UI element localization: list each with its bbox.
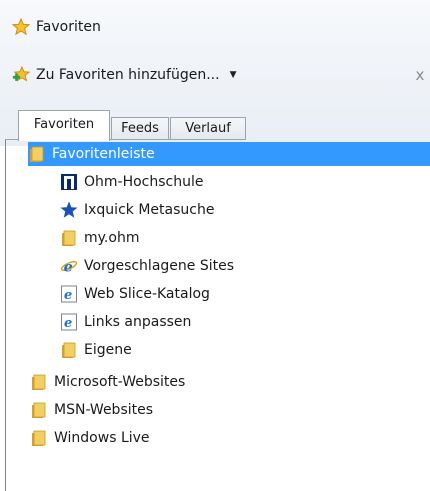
ie-page-icon: e — [60, 313, 78, 331]
ie-icon: e — [60, 257, 78, 275]
favorites-title-label: Favoriten — [36, 19, 101, 35]
tree-item-label: my.ohm — [84, 230, 140, 246]
ohm-logo-icon — [60, 173, 78, 191]
add-favorite-icon — [12, 65, 30, 84]
tree-item-ixquick[interactable]: Ixquick Metasuche — [60, 198, 214, 222]
star-icon — [60, 201, 78, 219]
tree-item-label: Microsoft-Websites — [54, 374, 186, 390]
tree-item-label: Links anpassen — [84, 314, 192, 330]
tree-item-label: Web Slice-Katalog — [84, 286, 210, 302]
svg-text:e: e — [64, 258, 73, 275]
svg-text:e: e — [64, 316, 72, 331]
tree-item-favoritenleiste[interactable]: Favoritenleiste — [28, 142, 430, 166]
folder-icon — [30, 401, 48, 419]
panel-border — [5, 140, 6, 491]
svg-text:e: e — [64, 288, 72, 303]
add-to-favorites-button[interactable]: Zu Favoriten hinzufügen... ▼ — [12, 64, 237, 86]
favorites-title: Favoriten — [12, 16, 101, 38]
folder-icon — [30, 429, 48, 447]
tree-item-label: Ohm-Hochschule — [84, 174, 204, 190]
tree-item-my-ohm[interactable]: my.ohm — [60, 226, 139, 250]
tree-item-label: Vorgeschlagene Sites — [84, 258, 235, 274]
tree-item-links-anpassen[interactable]: e Links anpassen — [60, 310, 191, 334]
tree-item-label: Windows Live — [54, 430, 150, 446]
tab-favoriten[interactable]: Favoriten — [18, 110, 110, 141]
star-icon — [12, 17, 30, 36]
folder-icon — [30, 373, 48, 391]
folder-icon — [60, 229, 78, 247]
tree-item-ohm-hochschule[interactable]: Ohm-Hochschule — [60, 170, 204, 194]
tree-item-microsoft-websites[interactable]: Microsoft-Websites — [30, 370, 185, 394]
tree-item-web-slice-katalog[interactable]: e Web Slice-Katalog — [60, 282, 210, 306]
tree-item-label: MSN-Websites — [54, 402, 154, 418]
favorites-center-panel: Favoriten Zu Favoriten hinzufügen... ▼ x… — [0, 0, 430, 491]
tree-item-label: Favoritenleiste — [52, 146, 155, 162]
tab-verlauf[interactable]: Verlauf — [170, 117, 246, 140]
tree-item-eigene[interactable]: Eigene — [60, 338, 132, 362]
tree-item-msn-websites[interactable]: MSN-Websites — [30, 398, 153, 422]
tree-item-windows-live[interactable]: Windows Live — [30, 426, 150, 450]
tree-item-vorgeschlagene-sites[interactable]: e Vorgeschlagene Sites — [60, 254, 234, 278]
chevron-down-icon[interactable]: ▼ — [230, 70, 237, 80]
close-icon[interactable]: x — [412, 66, 428, 84]
tab-feeds[interactable]: Feeds — [111, 117, 169, 140]
folder-icon — [60, 341, 78, 359]
folder-icon — [28, 145, 46, 163]
tree-item-label: Eigene — [84, 342, 132, 358]
tree-item-label: Ixquick Metasuche — [84, 202, 215, 218]
add-to-favorites-label: Zu Favoriten hinzufügen... — [36, 67, 220, 83]
ie-page-icon: e — [60, 285, 78, 303]
